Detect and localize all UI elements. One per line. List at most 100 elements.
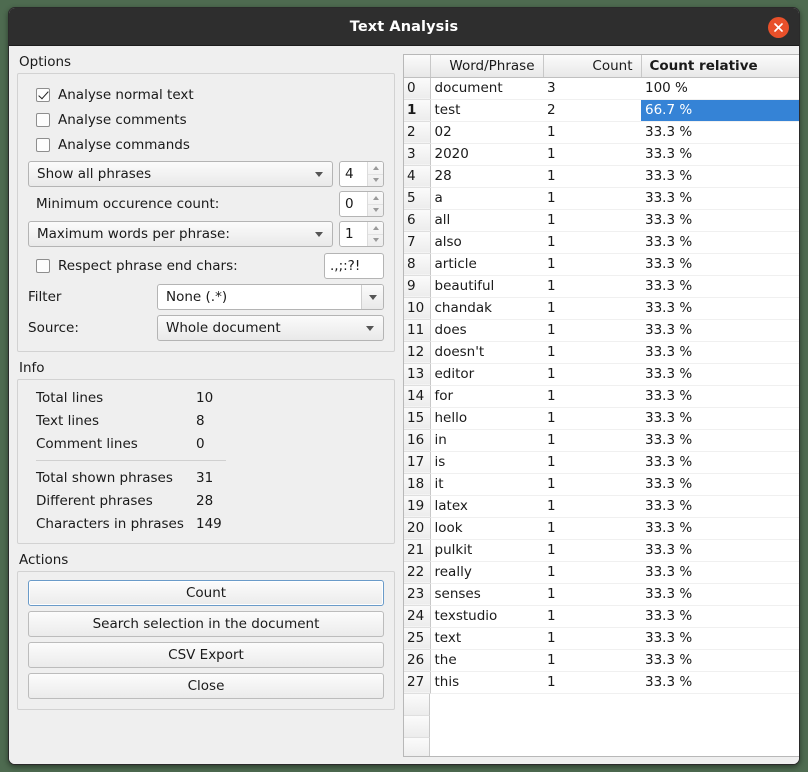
phrase-end-chars-input[interactable]: .,;:?! <box>324 253 384 279</box>
cell-count-relative[interactable]: 33.3 % <box>641 231 799 254</box>
cell-count-relative[interactable]: 33.3 % <box>641 407 799 430</box>
cell-word[interactable]: 2020 <box>430 143 543 166</box>
cell-count-relative[interactable]: 33.3 % <box>641 275 799 298</box>
cell-count[interactable]: 1 <box>543 649 641 672</box>
count-button[interactable]: Count <box>28 580 384 606</box>
column-header-word[interactable]: Word/Phrase <box>430 55 544 78</box>
row-header-index[interactable]: 27 <box>404 671 431 694</box>
results-table-container[interactable]: Word/Phrase Count Count relative 0 docume… <box>403 54 799 757</box>
checkbox-icon[interactable] <box>36 87 50 102</box>
spin-buttons[interactable] <box>367 222 383 246</box>
cell-word[interactable]: doesn't <box>430 341 543 364</box>
table-row[interactable]: 19 latex 1 33.3 % <box>404 495 799 518</box>
row-header-index[interactable]: 14 <box>404 385 431 408</box>
cell-count[interactable]: 1 <box>543 121 641 144</box>
cell-count[interactable]: 1 <box>543 231 641 254</box>
cell-word[interactable]: look <box>430 517 543 540</box>
cell-count-relative[interactable]: 33.3 % <box>641 209 799 232</box>
cell-count-relative[interactable]: 33.3 % <box>641 583 799 606</box>
cell-word[interactable]: a <box>430 187 543 210</box>
cell-count[interactable]: 1 <box>543 253 641 276</box>
table-row[interactable]: 21 pulkit 1 33.3 % <box>404 539 799 562</box>
close-button[interactable]: Close <box>28 673 384 699</box>
cell-word[interactable]: editor <box>430 363 543 386</box>
table-row[interactable]: 20 look 1 33.3 % <box>404 517 799 540</box>
table-row[interactable]: 26 the 1 33.3 % <box>404 649 799 672</box>
table-row[interactable]: 25 text 1 33.3 % <box>404 627 799 650</box>
cell-count-relative[interactable]: 33.3 % <box>641 297 799 320</box>
cell-count[interactable]: 1 <box>543 363 641 386</box>
phrase-mode-spinbox[interactable]: 4 <box>339 161 384 187</box>
table-row[interactable]: 17 is 1 33.3 % <box>404 451 799 474</box>
min-occurence-spinbox[interactable]: 0 <box>339 191 384 217</box>
checkbox-analyse-commands[interactable]: Analyse commands <box>28 132 384 157</box>
row-header-index[interactable]: 11 <box>404 319 431 342</box>
row-header-index[interactable]: 13 <box>404 363 431 386</box>
row-header-index[interactable]: 1 <box>404 99 431 122</box>
cell-count[interactable]: 1 <box>543 187 641 210</box>
spin-up-button[interactable] <box>368 192 383 205</box>
cell-count[interactable]: 1 <box>543 539 641 562</box>
row-header-index[interactable]: 8 <box>404 253 431 276</box>
checkbox-analyse-comments[interactable]: Analyse comments <box>28 107 384 132</box>
cell-word[interactable]: 28 <box>430 165 543 188</box>
cell-count[interactable]: 1 <box>543 583 641 606</box>
checkbox-icon[interactable] <box>36 259 50 273</box>
row-header-index[interactable]: 12 <box>404 341 431 364</box>
cell-count-relative[interactable]: 33.3 % <box>641 143 799 166</box>
row-header-index[interactable]: 23 <box>404 583 431 606</box>
cell-count-relative[interactable]: 33.3 % <box>641 649 799 672</box>
table-row[interactable]: 23 senses 1 33.3 % <box>404 583 799 606</box>
cell-count[interactable]: 1 <box>543 275 641 298</box>
table-corner-header[interactable] <box>404 55 431 78</box>
checkbox-icon[interactable] <box>36 137 50 152</box>
cell-count-relative[interactable]: 33.3 % <box>641 363 799 386</box>
cell-count[interactable]: 1 <box>543 341 641 364</box>
cell-word[interactable]: is <box>430 451 543 474</box>
table-row[interactable]: 6 all 1 33.3 % <box>404 209 799 232</box>
column-header-count-relative[interactable]: Count relative <box>641 55 799 78</box>
cell-word[interactable]: document <box>430 77 543 100</box>
cell-word[interactable]: this <box>430 671 543 694</box>
row-header-index[interactable]: 4 <box>404 165 431 188</box>
row-header-index[interactable]: 15 <box>404 407 431 430</box>
spin-down-button[interactable] <box>368 205 383 217</box>
spin-buttons[interactable] <box>367 192 383 216</box>
row-header-index[interactable]: 26 <box>404 649 431 672</box>
cell-word[interactable]: also <box>430 231 543 254</box>
table-row[interactable]: 9 beautiful 1 33.3 % <box>404 275 799 298</box>
row-header-index[interactable]: 22 <box>404 561 431 584</box>
cell-word[interactable]: all <box>430 209 543 232</box>
row-header-index[interactable]: 9 <box>404 275 431 298</box>
table-row[interactable]: 22 really 1 33.3 % <box>404 561 799 584</box>
row-header-index[interactable]: 0 <box>404 77 431 100</box>
cell-word[interactable]: pulkit <box>430 539 543 562</box>
filter-combobox[interactable]: None (.*) <box>157 284 384 310</box>
cell-count[interactable]: 1 <box>543 451 641 474</box>
cell-count[interactable]: 1 <box>543 627 641 650</box>
table-row[interactable]: 2 02 1 33.3 % <box>404 121 799 144</box>
cell-count[interactable]: 1 <box>543 297 641 320</box>
cell-count-relative[interactable]: 33.3 % <box>641 121 799 144</box>
row-header-index[interactable]: 5 <box>404 187 431 210</box>
cell-count-relative[interactable]: 33.3 % <box>641 473 799 496</box>
cell-word[interactable]: it <box>430 473 543 496</box>
cell-count[interactable]: 1 <box>543 473 641 496</box>
cell-count-relative[interactable]: 66.7 % <box>641 99 799 122</box>
checkbox-icon[interactable] <box>36 112 50 127</box>
row-header-index[interactable]: 19 <box>404 495 431 518</box>
checkbox-analyse-normal-text[interactable]: Analyse normal text <box>28 82 384 107</box>
row-header-index[interactable]: 24 <box>404 605 431 628</box>
cell-count-relative[interactable]: 33.3 % <box>641 341 799 364</box>
table-row[interactable]: 0 document 3 100 % <box>404 77 799 100</box>
cell-count-relative[interactable]: 33.3 % <box>641 451 799 474</box>
cell-word[interactable]: chandak <box>430 297 543 320</box>
csv-export-button[interactable]: CSV Export <box>28 642 384 668</box>
row-header-index[interactable]: 21 <box>404 539 431 562</box>
cell-count-relative[interactable]: 33.3 % <box>641 253 799 276</box>
cell-count-relative[interactable]: 33.3 % <box>641 165 799 188</box>
cell-count-relative[interactable]: 33.3 % <box>641 429 799 452</box>
cell-count[interactable]: 1 <box>543 671 641 694</box>
table-row[interactable]: 13 editor 1 33.3 % <box>404 363 799 386</box>
cell-count-relative[interactable]: 33.3 % <box>641 539 799 562</box>
